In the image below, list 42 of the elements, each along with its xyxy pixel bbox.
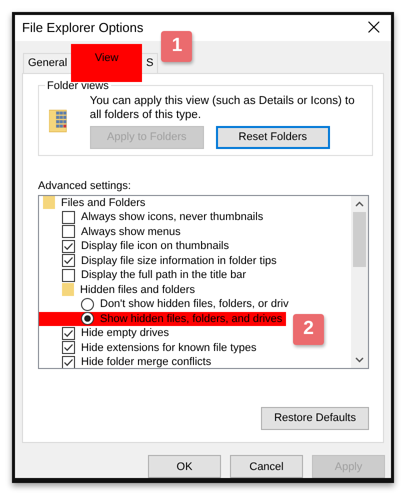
checkbox[interactable] [62,254,75,268]
radio-button[interactable] [81,298,94,311]
dialog-button[interactable]: Cancel [230,455,303,478]
scrollbar-thumb[interactable] [353,212,366,267]
restore-defaults-button[interactable]: Restore Defaults [261,406,369,430]
settings-item[interactable]: Display file size information in folder tips [39,254,281,268]
window-title: File Explorer Options [22,20,144,36]
settings-item[interactable]: Always show menus [39,224,185,240]
folder-button[interactable]: Reset Folders [216,126,330,149]
settings-item[interactable]: Hidden files and folders [39,282,199,298]
tab[interactable]: S [141,52,158,73]
settings-item[interactable]: Hide extensions for known file types [39,340,260,356]
checkbox[interactable] [62,268,75,282]
step-badge: 1 [161,30,192,62]
scroll-down-icon[interactable] [355,356,364,363]
checkbox[interactable] [62,341,75,354]
checkbox[interactable] [62,225,75,238]
checkbox[interactable] [62,326,75,340]
checkbox[interactable] [62,210,75,224]
checkbox[interactable] [62,356,75,368]
settings-item[interactable]: Hide empty drives [39,326,174,341]
folder-icon [43,196,55,210]
section-label: Advanced settings: [38,180,132,192]
settings-item[interactable]: Show hidden files, folders, and drives [39,312,286,326]
settings-item[interactable]: Display the full path in the title bar [39,268,250,283]
dialog-button[interactable]: OK [148,455,221,478]
scrollbar[interactable] [351,196,368,368]
group-title: Folder views [46,80,110,92]
description-text: You can apply this view (such as Details or Icons) to all folders of this type. [90,94,356,122]
settings-item[interactable]: Hide folder merge conflicts [39,355,216,368]
tab[interactable]: General [23,52,72,73]
step-badge: 2 [293,314,324,345]
checkbox[interactable] [62,240,75,253]
close-button[interactable]: × [356,16,391,39]
radio-button[interactable] [81,312,94,326]
scroll-up-icon[interactable] [355,200,364,207]
tab[interactable]: View [71,44,142,82]
settings-item[interactable]: Always show icons, never thumbnails [39,210,268,225]
settings-item[interactable]: Don't show hidden files, folders, or driv [39,297,293,312]
settings-item[interactable]: Display file icon on thumbnails [39,239,233,254]
folder-icon [62,283,74,296]
settings-item[interactable]: Files and Folders [39,196,150,210]
